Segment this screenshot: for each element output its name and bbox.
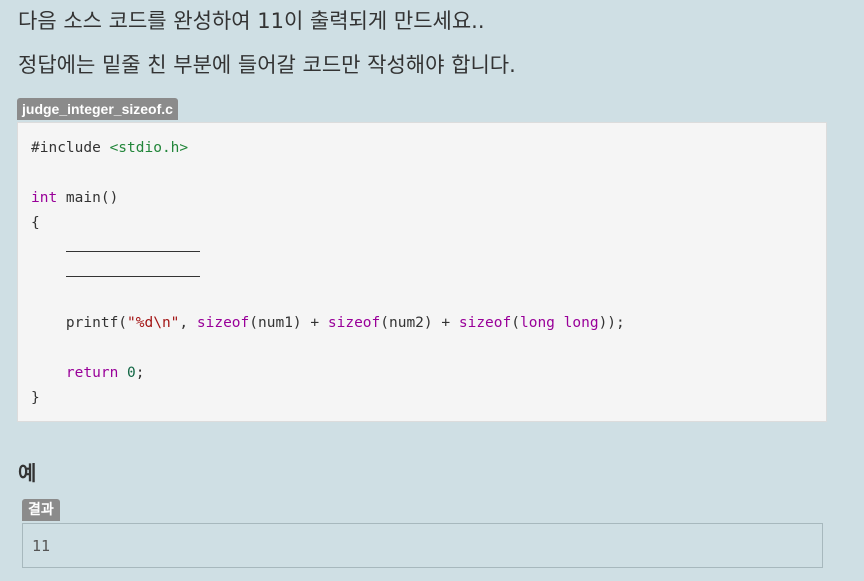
example-heading: 예 bbox=[18, 461, 37, 485]
main-signature: main() bbox=[57, 190, 119, 206]
long-long-type: long long bbox=[519, 315, 599, 331]
instruction-line-2: 정답에는 밑줄 친 부분에 들어갈 코드만 작성해야 합니다. bbox=[18, 53, 516, 77]
result-value: 11 bbox=[32, 537, 51, 555]
code-line-blank-1 bbox=[66, 237, 200, 259]
result-box: 11 bbox=[22, 523, 823, 568]
code-line-open-brace: { bbox=[31, 212, 40, 234]
blank-underline-2 bbox=[66, 264, 200, 277]
result-label: 결과 bbox=[22, 499, 60, 521]
plus-operator-1: + bbox=[301, 315, 328, 331]
code-block: #include <stdio.h> int main() { printf("… bbox=[17, 122, 827, 422]
code-line-close-brace: } bbox=[31, 387, 40, 409]
code-line-return: return 0; bbox=[31, 362, 145, 384]
code-line-main: int main() bbox=[31, 187, 118, 209]
sizeof-keyword-2: sizeof bbox=[327, 315, 381, 331]
printf-call: printf( bbox=[65, 315, 128, 331]
filename-label: judge_integer_sizeof.c bbox=[17, 98, 178, 120]
instruction-line-1: 다음 소스 코드를 완성하여 11이 출력되게 만드세요.. bbox=[18, 9, 485, 33]
open-brace: { bbox=[31, 215, 40, 231]
sizeof-arg-2: (num2) bbox=[380, 315, 433, 331]
close-brace: } bbox=[31, 390, 40, 406]
sizeof-arg-3-open: ( bbox=[511, 315, 520, 331]
code-line-blank-2 bbox=[66, 262, 200, 284]
sizeof-keyword-3: sizeof bbox=[458, 315, 512, 331]
sizeof-arg-3-close: )); bbox=[598, 315, 625, 331]
return-keyword: return bbox=[65, 365, 119, 381]
format-string: "%d\n" bbox=[127, 315, 180, 331]
return-semicolon: ; bbox=[135, 365, 145, 381]
code-line-printf: printf("%d\n", sizeof(num1) + sizeof(num… bbox=[31, 312, 625, 334]
include-header: <stdio.h> bbox=[109, 140, 189, 156]
comma: , bbox=[179, 315, 197, 331]
main-return-type: int bbox=[31, 190, 58, 206]
blank-underline-1 bbox=[66, 239, 200, 252]
code-line-include: #include <stdio.h> bbox=[31, 137, 188, 159]
plus-operator-2: + bbox=[432, 315, 459, 331]
sizeof-arg-1: (num1) bbox=[249, 315, 302, 331]
include-directive: #include bbox=[31, 140, 101, 156]
sizeof-keyword-1: sizeof bbox=[196, 315, 250, 331]
return-value: 0 bbox=[127, 365, 136, 381]
